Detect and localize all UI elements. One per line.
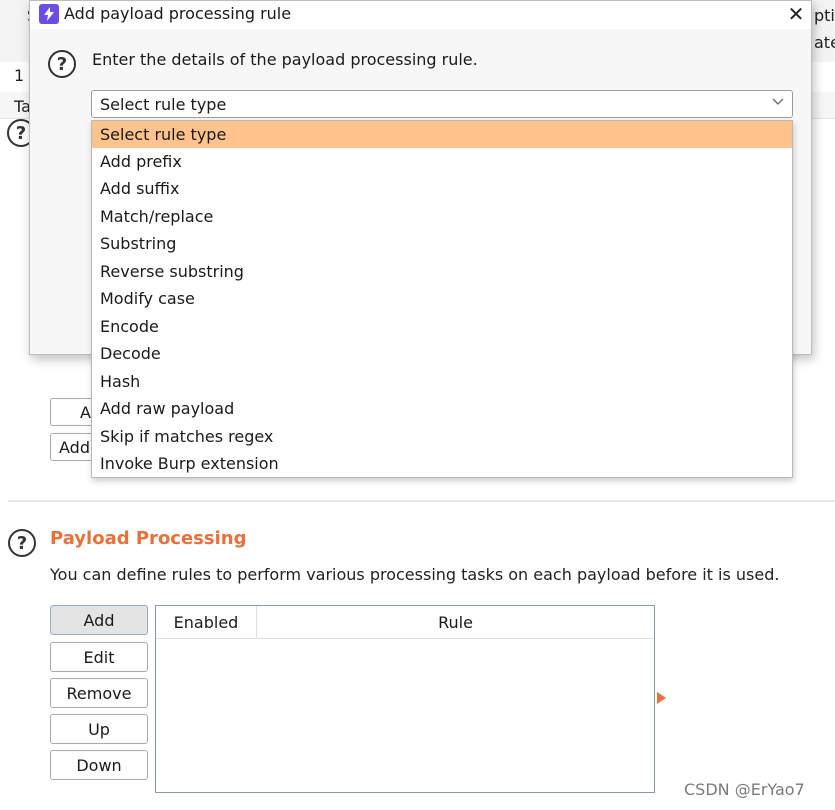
section-divider bbox=[8, 500, 835, 502]
rules-table[interactable]: Enabled Rule bbox=[155, 605, 655, 793]
up-button[interactable]: Up bbox=[50, 714, 148, 744]
option-select-rule-type[interactable]: Select rule type bbox=[92, 121, 792, 148]
select-value: Select rule type bbox=[100, 94, 227, 114]
dialog-instruction: Enter the details of the payload process… bbox=[92, 50, 478, 69]
option-skip-if-matches-regex[interactable]: Skip if matches regex bbox=[92, 423, 792, 450]
option-add-raw-payload[interactable]: Add raw payload bbox=[92, 395, 792, 422]
option-invoke-burp-extension[interactable]: Invoke Burp extension bbox=[92, 450, 792, 477]
help-icon[interactable]: ? bbox=[48, 50, 76, 78]
section-title: Payload Processing bbox=[50, 528, 247, 549]
watermark: CSDN @ErYao7 bbox=[684, 780, 805, 799]
table-header: Enabled Rule bbox=[156, 606, 654, 639]
dialog-title: Add payload processing rule bbox=[64, 4, 292, 23]
help-icon[interactable]: ? bbox=[8, 529, 36, 557]
top-label-fragment: ate bbox=[814, 33, 835, 52]
option-decode[interactable]: Decode bbox=[92, 340, 792, 367]
top-label-fragment: pti bbox=[814, 6, 835, 25]
add-button[interactable]: Add bbox=[50, 605, 148, 635]
option-hash[interactable]: Hash bbox=[92, 368, 792, 395]
edit-button[interactable]: Edit bbox=[50, 642, 148, 672]
add-button-partial[interactable]: A bbox=[50, 398, 96, 426]
rule-type-select[interactable]: Select rule type bbox=[91, 90, 793, 118]
tab-1[interactable]: 1 bbox=[14, 66, 24, 85]
option-substring[interactable]: Substring bbox=[92, 230, 792, 257]
burp-lightning-icon bbox=[39, 4, 59, 24]
option-add-suffix[interactable]: Add suffix bbox=[92, 175, 792, 202]
option-match-replace[interactable]: Match/replace bbox=[92, 203, 792, 230]
chevron-down-icon bbox=[772, 95, 784, 111]
expand-arrow-icon[interactable] bbox=[657, 692, 666, 704]
rule-type-dropdown-list: Select rule type Add prefix Add suffix M… bbox=[91, 120, 793, 478]
option-modify-case[interactable]: Modify case bbox=[92, 285, 792, 312]
down-button[interactable]: Down bbox=[50, 750, 148, 780]
option-reverse-substring[interactable]: Reverse substring bbox=[92, 258, 792, 285]
add-from-list-button-partial[interactable]: Add bbox=[50, 433, 96, 461]
remove-button[interactable]: Remove bbox=[50, 678, 148, 708]
column-header-rule[interactable]: Rule bbox=[257, 606, 654, 638]
option-encode[interactable]: Encode bbox=[92, 313, 792, 340]
dialog-titlebar: Add payload processing rule ✕ bbox=[30, 1, 811, 29]
close-icon[interactable]: ✕ bbox=[782, 1, 810, 27]
option-add-prefix[interactable]: Add prefix bbox=[92, 148, 792, 175]
column-header-enabled[interactable]: Enabled bbox=[156, 606, 257, 638]
section-description: You can define rules to perform various … bbox=[50, 565, 780, 584]
